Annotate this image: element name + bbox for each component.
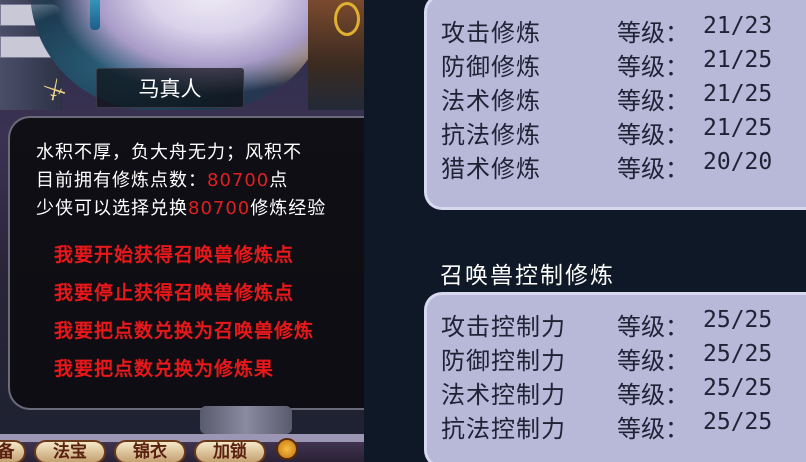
cultivation-name: 攻击修炼: [441, 19, 541, 47]
control-name: 法术控制力: [441, 381, 566, 409]
level-value: 21/25: [703, 47, 773, 73]
decorative-scroll: [200, 406, 292, 434]
npc-scene: ⚔ 马真人 水积不厚，负大舟无力；风积不 目前拥有修炼点数：80700点 少侠可…: [0, 0, 364, 462]
level-value: 21/25: [703, 81, 773, 107]
level-value: 25/25: [703, 409, 773, 435]
cultivation-row: 猎术修炼 等级： 20/20: [441, 149, 801, 183]
dialog-text-line: 水积不厚，负大舟无力；风积不: [36, 142, 302, 163]
pet-control-title: 召唤兽控制修炼: [440, 263, 615, 289]
pet-control-box: 攻击控制力 等级： 25/25 防御控制力 等级： 25/25 法术控制力 等级…: [424, 292, 806, 462]
npc-name-plate: 马真人: [96, 68, 244, 108]
lock-button[interactable]: 加锁: [194, 440, 266, 462]
control-name: 攻击控制力: [441, 313, 566, 341]
level-label: 等级：: [617, 313, 689, 341]
cultivation-name: 法术修炼: [441, 87, 541, 115]
cultivation-row: 攻击修炼 等级： 21/23: [441, 13, 801, 47]
cultivation-name: 抗法修炼: [441, 121, 541, 149]
level-value: 25/25: [703, 375, 773, 401]
outfit-button[interactable]: 锦衣: [114, 440, 186, 462]
level-label: 等级：: [617, 347, 689, 375]
level-value: 21/23: [703, 13, 773, 39]
control-row: 攻击控制力 等级： 25/25: [441, 307, 801, 341]
option-exchange-pet-cultivation[interactable]: 我要把点数兑换为召唤兽修炼: [54, 316, 314, 343]
points-label: 目前拥有修炼点数：: [36, 170, 207, 191]
option-start-pet-points[interactable]: 我要开始获得召唤兽修炼点: [54, 240, 294, 267]
exchange-value: 80700: [188, 198, 251, 219]
dialog-points-line: 目前拥有修炼点数：80700点: [36, 166, 288, 192]
level-value: 25/25: [703, 307, 773, 333]
tassel-ornament: [90, 0, 100, 30]
level-label: 等级：: [617, 155, 689, 183]
control-name: 抗法控制力: [441, 415, 566, 443]
control-row: 抗法控制力 等级： 25/25: [441, 409, 801, 443]
character-cultivation-box: 攻击修炼 等级： 21/23 防御修炼 等级： 21/25 法术修炼 等级： 2…: [424, 0, 806, 210]
cultivation-row: 法术修炼 等级： 21/25: [441, 81, 801, 115]
cultivation-name: 猎术修炼: [441, 155, 541, 183]
level-label: 等级：: [617, 121, 689, 149]
control-row: 防御控制力 等级： 25/25: [441, 341, 801, 375]
option-exchange-cultivation-fruit[interactable]: 我要把点数兑换为修炼果: [54, 354, 274, 381]
cultivation-panel: 攻击修炼 等级： 21/23 防御修炼 等级： 21/25 法术修炼 等级： 2…: [364, 0, 806, 462]
exchange-label: 少侠可以选择兑换: [36, 198, 188, 219]
control-row: 法术控制力 等级： 25/25: [441, 375, 801, 409]
cultivation-name: 防御修炼: [441, 53, 541, 81]
points-value: 80700: [207, 170, 270, 191]
option-stop-pet-points[interactable]: 我要停止获得召唤兽修炼点: [54, 278, 294, 305]
level-value: 21/25: [703, 115, 773, 141]
level-label: 等级：: [617, 381, 689, 409]
points-unit: 点: [269, 170, 289, 191]
exchange-unit: 修炼经验: [250, 198, 327, 219]
badge-icon[interactable]: [276, 438, 298, 460]
control-name: 防御控制力: [441, 347, 566, 375]
cultivation-row: 抗法修炼 等级： 21/25: [441, 115, 801, 149]
level-value: 25/25: [703, 341, 773, 367]
equipment-button[interactable]: 备: [0, 440, 26, 462]
level-label: 等级：: [617, 19, 689, 47]
cultivation-row: 防御修炼 等级： 21/25: [441, 47, 801, 81]
npc-dialog: 水积不厚，负大舟无力；风积不 目前拥有修炼点数：80700点 少侠可以选择兑换8…: [8, 116, 364, 410]
dialog-exchange-line: 少侠可以选择兑换80700修炼经验: [36, 194, 326, 220]
golden-ring-icon: [334, 2, 360, 36]
level-value: 20/20: [703, 149, 773, 175]
level-label: 等级：: [617, 87, 689, 115]
treasure-button[interactable]: 法宝: [34, 440, 106, 462]
level-label: 等级：: [617, 53, 689, 81]
scene-decoration: [308, 0, 364, 110]
level-label: 等级：: [617, 415, 689, 443]
